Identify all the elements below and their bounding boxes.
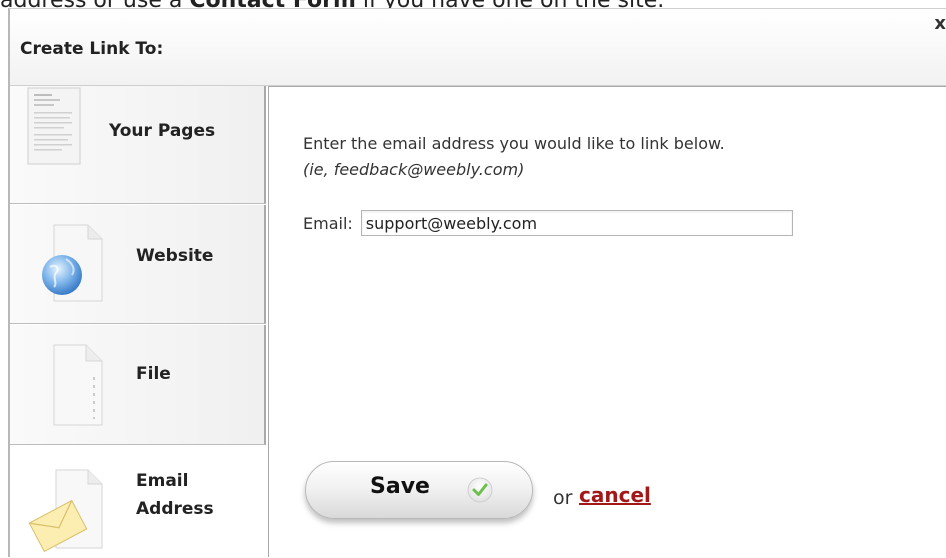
sidebar-item-label: File	[136, 364, 171, 384]
envelope-icon	[28, 468, 106, 558]
sidebar-item-label-line1: Email	[136, 471, 189, 491]
dialog-title: Create Link To:	[20, 39, 164, 59]
sidebar-item-label: Your Pages	[109, 121, 216, 141]
cancel-link[interactable]: cancel	[579, 483, 651, 507]
instructions: Enter the email address you would like t…	[303, 131, 725, 183]
sidebar-item-file[interactable]: File	[10, 325, 266, 445]
link-type-sidebar: Your Pages Website File Email Address	[10, 86, 266, 557]
instruction-text: Enter the email address you would like t…	[303, 134, 725, 153]
email-row: Email:	[303, 210, 793, 236]
create-link-dialog: Create Link To: x Your Pages Website Fil…	[8, 8, 946, 557]
checkmark-icon	[466, 476, 494, 504]
example-text: (ie, feedback@weebly.com)	[303, 160, 525, 179]
close-icon[interactable]: x	[934, 13, 946, 34]
sidebar-item-email-address[interactable]: Email Address	[10, 446, 266, 557]
sidebar-item-your-pages[interactable]: Your Pages	[10, 86, 266, 204]
email-label: Email:	[303, 213, 353, 233]
email-field[interactable]	[360, 210, 793, 236]
file-icon	[50, 343, 106, 431]
email-link-panel: Enter the email address you would like t…	[268, 86, 946, 557]
save-button[interactable]: Save	[305, 461, 533, 519]
save-button-label: Save	[370, 474, 430, 499]
pages-icon	[24, 86, 84, 170]
globe-icon	[36, 221, 108, 309]
sidebar-item-website[interactable]: Website	[10, 205, 266, 324]
sidebar-item-label: Website	[136, 246, 214, 266]
or-text: or	[553, 487, 573, 509]
dialog-header: Create Link To: x	[10, 9, 946, 86]
sidebar-item-label-line2: Address	[136, 499, 214, 519]
